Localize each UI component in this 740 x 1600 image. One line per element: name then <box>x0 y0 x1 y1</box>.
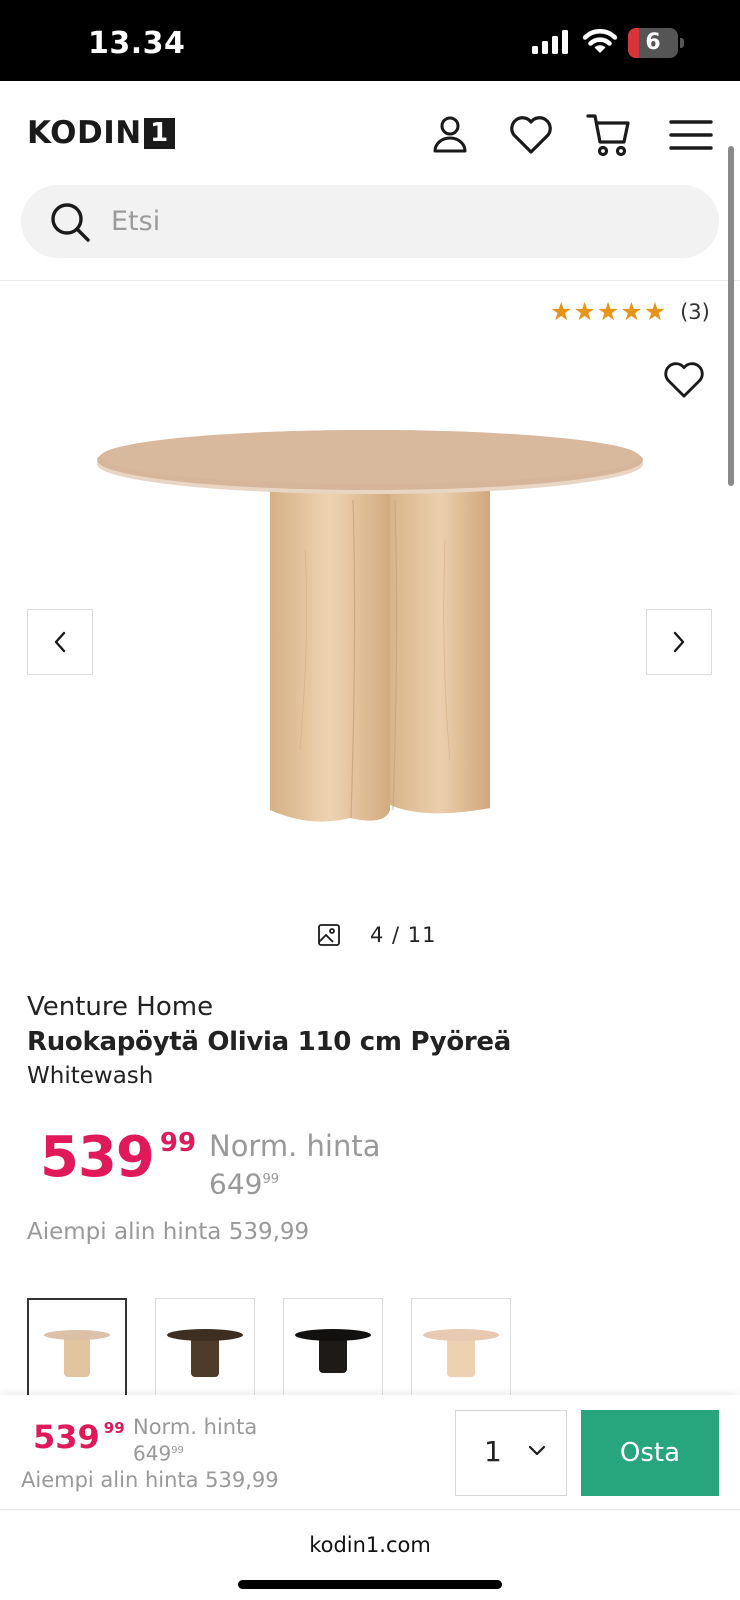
signal-icon <box>532 30 568 54</box>
buy-bar-price-integer: 539 <box>33 1418 100 1456</box>
rating-count: (3) <box>680 300 710 324</box>
product-brand[interactable]: Venture Home <box>27 992 213 1022</box>
table-thumbnail <box>295 1329 371 1373</box>
image-counter: 4 / 11 <box>318 923 437 947</box>
search-bar[interactable] <box>21 185 719 258</box>
site-header: KODIN 1 <box>0 81 740 281</box>
home-indicator[interactable] <box>238 1580 502 1589</box>
user-icon[interactable] <box>426 111 474 159</box>
star-icon: ★ <box>643 297 667 326</box>
logo-text: KODIN <box>27 115 142 151</box>
buy-bar-normal-price-label: Norm. hinta <box>133 1415 258 1439</box>
search-input[interactable] <box>111 185 671 258</box>
logo[interactable]: KODIN 1 <box>27 115 175 151</box>
image-icon <box>318 924 340 946</box>
product-title: Ruokapöytä Olivia 110 cm Pyöreä <box>27 1027 511 1057</box>
buy-bar-price-decimals: 99 <box>103 1419 125 1437</box>
normal-price-label: Norm. hinta <box>209 1129 381 1163</box>
search-icon <box>51 203 90 242</box>
previous-image-button[interactable] <box>27 609 93 675</box>
price-decimals: 99 <box>159 1128 197 1158</box>
chevron-down-icon <box>528 1445 546 1456</box>
table-thumbnail <box>44 1330 110 1377</box>
variant-swatch-black[interactable] <box>283 1298 383 1408</box>
rating-stars: ★ ★ ★ ★ ★ <box>550 297 666 327</box>
add-to-favorites-button[interactable] <box>660 358 708 402</box>
buy-bar-normal-price: Norm. hinta 64999 <box>133 1415 257 1466</box>
heart-icon[interactable] <box>507 111 555 159</box>
variant-swatch-whitewash[interactable] <box>27 1298 127 1408</box>
variant-swatch-natural[interactable] <box>411 1298 511 1408</box>
browser-domain[interactable]: kodin1.com <box>0 1533 740 1557</box>
quantity-value: 1 <box>484 1435 502 1468</box>
wifi-icon <box>582 29 618 53</box>
buy-bar-lowest-price: Aiempi alin hinta 539,99 <box>21 1468 279 1492</box>
chevron-right-icon <box>673 631 685 653</box>
cart-icon[interactable] <box>585 111 633 159</box>
normal-price-value: 64999 <box>209 1167 279 1201</box>
buy-button[interactable]: Osta <box>581 1410 719 1496</box>
battery-icon: 6 <box>628 28 684 58</box>
price-integer: 539 <box>40 1125 155 1190</box>
scrollbar[interactable] <box>728 146 734 486</box>
star-icon: ★ <box>573 297 596 326</box>
chevron-left-icon <box>54 631 66 653</box>
star-icon: ★ <box>620 297 643 326</box>
table-thumbnail <box>167 1329 243 1377</box>
sticky-buy-bar: 539 99 Norm. hinta 64999 Aiempi alin hin… <box>0 1395 740 1510</box>
variant-swatches <box>27 1298 511 1408</box>
heart-icon <box>664 362 704 398</box>
battery-level: 6 <box>645 30 661 55</box>
table-thumbnail <box>423 1329 499 1377</box>
product-price: 539 99 <box>40 1126 196 1190</box>
logo-number: 1 <box>143 117 175 149</box>
quantity-select[interactable]: 1 <box>455 1410 567 1496</box>
variant-swatch-dark-brown[interactable] <box>155 1298 255 1408</box>
image-counter-text: 4 / 11 <box>370 923 437 947</box>
buy-bar-normal-price-value: 64999 <box>133 1441 184 1466</box>
star-icon: ★ <box>550 297 573 326</box>
menu-icon[interactable] <box>667 111 715 159</box>
lowest-price-note: Aiempi alin hinta 539,99 <box>27 1219 310 1245</box>
next-image-button[interactable] <box>646 609 712 675</box>
normal-price: Norm. hinta 64999 <box>209 1129 381 1201</box>
product-image[interactable] <box>95 430 645 850</box>
status-time: 13.34 <box>88 26 186 61</box>
star-icon: ★ <box>596 297 620 326</box>
status-bar: 13.34 6 <box>0 0 740 81</box>
buy-bar-price: 539 99 <box>33 1418 125 1456</box>
browser-bar: kodin1.com <box>0 1511 740 1600</box>
product-rating[interactable]: ★ ★ ★ ★ ★ (3) <box>550 297 710 327</box>
product-variant: Whitewash <box>27 1063 154 1089</box>
